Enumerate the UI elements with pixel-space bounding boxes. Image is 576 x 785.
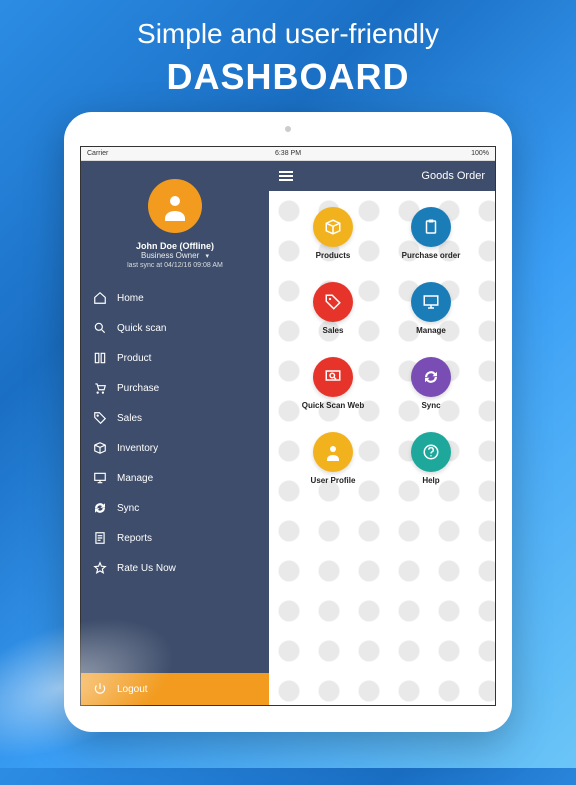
sidebar-item-purchase[interactable]: Purchase [81,373,269,403]
star-icon [93,561,107,575]
logout-button[interactable]: Logout [81,673,269,705]
tag-icon [313,282,353,322]
tag-icon [93,411,107,425]
tablet-frame: Carrier 6:38 PM 100% John Doe (Offline) … [64,112,512,732]
report-icon [93,531,107,545]
sidebar-item-label: Product [117,353,151,364]
home-icon [93,291,107,305]
status-battery: 100% [471,150,489,157]
book-icon [93,351,107,365]
tablet-camera [285,126,291,132]
profile-block: John Doe (Offline) Business Owner ▾ last… [81,161,269,277]
card-label: Manage [387,326,475,335]
card-label: Sales [289,326,377,335]
sidebar-item-label: Home [117,293,144,304]
chevron-down-icon: ▾ [205,253,209,260]
sync-icon [93,501,107,515]
box-icon [313,207,353,247]
search-icon [93,321,107,335]
card-products[interactable]: Products [289,207,377,260]
profile-last-sync: last sync at 04/12/16 09:08 AM [81,262,269,269]
sidebar-item-reports[interactable]: Reports [81,523,269,553]
sidebar: John Doe (Offline) Business Owner ▾ last… [81,161,269,705]
sidebar-item-home[interactable]: Home [81,283,269,313]
sidebar-item-rate-us-now[interactable]: Rate Us Now [81,553,269,583]
card-label: Help [387,476,475,485]
main-panel: Goods Order Products Purchase order Sales M… [269,161,495,705]
sidebar-item-label: Quick scan [117,323,166,334]
cart-icon [93,381,107,395]
sidebar-item-sync[interactable]: Sync [81,493,269,523]
profile-name: John Doe (Offline) [81,241,269,251]
card-help[interactable]: Help [387,432,475,485]
status-bar: Carrier 6:38 PM 100% [81,147,495,161]
card-sync[interactable]: Sync [387,357,475,410]
screen-search-icon [313,357,353,397]
promo-heading-line2: DASHBOARD [0,56,576,98]
sidebar-item-inventory[interactable]: Inventory [81,433,269,463]
avatar[interactable] [148,179,202,233]
sidebar-item-sales[interactable]: Sales [81,403,269,433]
status-time: 6:38 PM [275,150,301,157]
card-quick-scan-web[interactable]: Quick Scan Web [289,357,377,410]
card-label: Sync [387,401,475,410]
card-label: Products [289,251,377,260]
status-carrier: Carrier [87,150,108,157]
card-label: Quick Scan Web [289,401,377,410]
dashboard-grid-wrap: Products Purchase order Sales Manage Quick S… [269,191,495,705]
clipboard-icon [411,207,451,247]
screen: Carrier 6:38 PM 100% John Doe (Offline) … [80,146,496,706]
card-manage[interactable]: Manage [387,282,475,335]
sidebar-item-label: Purchase [117,383,159,394]
sidebar-item-quick-scan[interactable]: Quick scan [81,313,269,343]
sidebar-item-label: Inventory [117,443,158,454]
help-icon [411,432,451,472]
sidebar-item-manage[interactable]: Manage [81,463,269,493]
sidebar-item-label: Manage [117,473,153,484]
sidebar-item-label: Sales [117,413,142,424]
sidebar-item-label: Sync [117,503,139,514]
power-icon [93,682,107,696]
sidebar-menu: Home Quick scan Product Purchase Sales Invent… [81,277,269,673]
sidebar-item-product[interactable]: Product [81,343,269,373]
card-purchase-order[interactable]: Purchase order [387,207,475,260]
dashboard-grid: Products Purchase order Sales Manage Quick S… [269,191,495,501]
promo-heading-line1: Simple and user-friendly [0,0,576,56]
topbar: Goods Order [269,161,495,191]
card-label: User Profile [289,476,377,485]
person-icon [313,432,353,472]
card-sales[interactable]: Sales [289,282,377,335]
profile-role-select[interactable]: Business Owner ▾ [81,251,269,260]
sync-icon [411,357,451,397]
card-user-profile[interactable]: User Profile [289,432,377,485]
sidebar-item-label: Reports [117,533,152,544]
person-icon [160,191,190,221]
logout-label: Logout [117,684,148,695]
sidebar-item-label: Rate Us Now [117,563,176,574]
hamburger-icon[interactable] [279,171,293,181]
profile-role-label: Business Owner [141,251,199,260]
card-label: Purchase order [387,251,475,260]
box-icon [93,441,107,455]
topbar-title: Goods Order [421,170,485,182]
monitor-icon [411,282,451,322]
monitor-icon [93,471,107,485]
